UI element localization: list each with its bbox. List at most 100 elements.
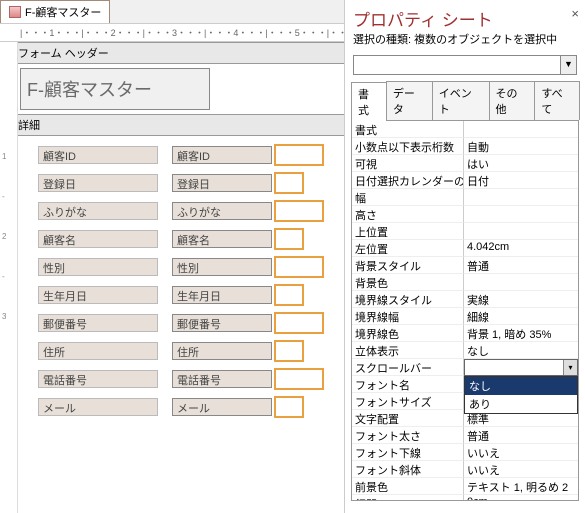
dropdown-option[interactable]: なし: [465, 377, 577, 395]
property-row[interactable]: 立体表示なし: [352, 342, 578, 359]
field-control[interactable]: 電話番号: [172, 370, 272, 388]
field-label[interactable]: 住所: [38, 342, 158, 360]
field-row[interactable]: 登録日登録日: [38, 170, 344, 198]
property-value[interactable]: [464, 121, 578, 138]
property-value[interactable]: いいえ: [464, 461, 578, 478]
property-value[interactable]: [464, 223, 578, 240]
property-tabs: 書式データイベントその他すべて: [351, 81, 579, 121]
property-row[interactable]: 上位置: [352, 223, 578, 240]
property-name: 境界線幅: [352, 308, 464, 325]
property-value[interactable]: はい: [464, 155, 578, 172]
field-control[interactable]: 顧客ID: [172, 146, 272, 164]
property-row[interactable]: 可視はい: [352, 155, 578, 172]
property-grid[interactable]: 書式小数点以下表示桁数自動可視はい日付選択カレンダーの表日付幅高さ上位置左位置4…: [351, 121, 579, 501]
property-value[interactable]: [464, 206, 578, 223]
field-row[interactable]: メールメール: [38, 394, 344, 422]
field-control[interactable]: メール: [172, 398, 272, 416]
property-row[interactable]: 日付選択カレンダーの表日付: [352, 172, 578, 189]
property-name: フォント太さ: [352, 427, 464, 444]
property-row[interactable]: 幅: [352, 189, 578, 206]
vertical-ruler[interactable]: 1 - 2 - 3: [0, 42, 18, 513]
document-tab[interactable]: F-顧客マスター: [0, 0, 110, 23]
horizontal-ruler[interactable]: |・・・1・・・|・・・2・・・|・・・3・・・|・・・4・・・|・・・5・・・…: [0, 24, 344, 42]
property-row[interactable]: 行間0cm: [352, 495, 578, 501]
property-row[interactable]: 左位置4.042cm: [352, 240, 578, 257]
field-label[interactable]: 生年月日: [38, 286, 158, 304]
field-label[interactable]: 登録日: [38, 174, 158, 192]
property-value[interactable]: 背景 1, 暗め 35%: [464, 325, 578, 342]
property-value[interactable]: [464, 189, 578, 206]
property-row[interactable]: スクロールバー▾: [352, 359, 578, 376]
field-row[interactable]: 電話番号電話番号: [38, 366, 344, 394]
property-value[interactable]: 4.042cm: [464, 240, 578, 257]
property-row[interactable]: 境界線色背景 1, 暗め 35%: [352, 325, 578, 342]
property-value[interactable]: [464, 274, 578, 291]
property-row[interactable]: フォント下線いいえ: [352, 444, 578, 461]
chevron-down-icon[interactable]: ▼: [560, 56, 576, 74]
design-surface[interactable]: 1 - 2 - 3 フォーム ヘッダー F-顧客マスター 詳細 顧客ID顧客ID…: [0, 42, 344, 513]
property-value[interactable]: 0cm: [464, 495, 578, 501]
property-row[interactable]: 小数点以下表示桁数自動: [352, 138, 578, 155]
section-detail[interactable]: 詳細: [0, 114, 344, 136]
field-control[interactable]: 郵便番号: [172, 314, 272, 332]
property-row[interactable]: 高さ: [352, 206, 578, 223]
field-control[interactable]: 性別: [172, 258, 272, 276]
property-row[interactable]: 境界線幅細線: [352, 308, 578, 325]
field-control[interactable]: 生年月日: [172, 286, 272, 304]
field-row[interactable]: 顧客ID 顧客ID: [38, 142, 344, 170]
property-value[interactable]: 細線: [464, 308, 578, 325]
field-control[interactable]: 顧客名: [172, 230, 272, 248]
field-label[interactable]: 顧客ID: [38, 146, 158, 164]
property-row[interactable]: 背景色: [352, 274, 578, 291]
property-tab[interactable]: その他: [489, 81, 536, 120]
field-control[interactable]: 住所: [172, 342, 272, 360]
form-title-label[interactable]: F-顧客マスター: [20, 68, 210, 110]
section-form-header[interactable]: フォーム ヘッダー: [0, 42, 344, 64]
field-control[interactable]: 登録日: [172, 174, 272, 192]
field-label[interactable]: ふりがな: [38, 202, 158, 220]
property-value[interactable]: 普通: [464, 427, 578, 444]
document-tab-bar: F-顧客マスター: [0, 0, 344, 24]
close-icon[interactable]: ×: [571, 6, 579, 21]
detail-section-body[interactable]: 顧客ID顧客ID登録日登録日ふりがなふりがな顧客名顧客名性別性別生年月日生年月日…: [0, 136, 344, 422]
property-row[interactable]: 書式: [352, 121, 578, 138]
field-label[interactable]: 顧客名: [38, 230, 158, 248]
field-row[interactable]: 住所住所: [38, 338, 344, 366]
property-tab[interactable]: 書式: [351, 82, 387, 121]
property-tab[interactable]: イベント: [432, 81, 490, 120]
property-tab[interactable]: すべて: [534, 81, 580, 120]
dropdown-button[interactable]: ▾: [563, 360, 577, 375]
property-value[interactable]: いいえ: [464, 444, 578, 461]
selection-outline: [274, 340, 304, 362]
property-value[interactable]: 日付: [464, 172, 578, 189]
property-row[interactable]: 前景色テキスト 1, 明るめ 2: [352, 478, 578, 495]
field-label[interactable]: 郵便番号: [38, 314, 158, 332]
property-name: 書式: [352, 121, 464, 138]
field-label[interactable]: 電話番号: [38, 370, 158, 388]
field-control[interactable]: ふりがな: [172, 202, 272, 220]
property-value[interactable]: ▾: [464, 359, 578, 376]
property-row[interactable]: フォント斜体いいえ: [352, 461, 578, 478]
field-row[interactable]: 郵便番号郵便番号: [38, 310, 344, 338]
property-row[interactable]: フォント太さ普通: [352, 427, 578, 444]
field-label[interactable]: 性別: [38, 258, 158, 276]
property-sheet: × プロパティ シート 選択の種類: 複数のオブジェクトを選択中 ▼ 書式データ…: [345, 0, 585, 513]
object-selector-combo[interactable]: ▼: [353, 55, 577, 75]
property-name: 立体表示: [352, 342, 464, 359]
field-row[interactable]: ふりがなふりがな: [38, 198, 344, 226]
property-row[interactable]: 背景スタイル普通: [352, 257, 578, 274]
field-row[interactable]: 性別性別: [38, 254, 344, 282]
field-row[interactable]: 顧客名顧客名: [38, 226, 344, 254]
field-row[interactable]: 生年月日生年月日: [38, 282, 344, 310]
property-value[interactable]: テキスト 1, 明るめ 2: [464, 478, 578, 495]
property-tab[interactable]: データ: [386, 81, 433, 120]
property-value[interactable]: 自動: [464, 138, 578, 155]
property-value[interactable]: 実線: [464, 291, 578, 308]
property-row[interactable]: 境界線スタイル実線: [352, 291, 578, 308]
property-value[interactable]: なし: [464, 342, 578, 359]
dropdown-option[interactable]: あり: [465, 395, 577, 413]
property-name: 左位置: [352, 240, 464, 257]
property-dropdown[interactable]: なしあり: [464, 376, 578, 414]
property-value[interactable]: 普通: [464, 257, 578, 274]
field-label[interactable]: メール: [38, 398, 158, 416]
